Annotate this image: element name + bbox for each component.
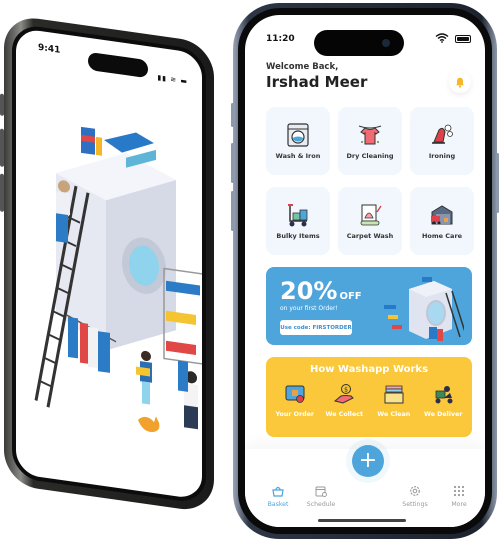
right-phone-mockup: 11:20 Welcome Back, Irshad Meer Wash & I… xyxy=(231,3,499,539)
dynamic-island xyxy=(314,30,404,56)
app-screen: 11:20 Welcome Back, Irshad Meer Wash & I… xyxy=(245,15,485,527)
service-label: Carpet Wash xyxy=(346,232,394,240)
battery-icon: ▬ xyxy=(180,76,188,86)
step-we-collect[interactable]: $ We Collect xyxy=(320,383,370,418)
status-bar: 11:20 xyxy=(245,15,485,56)
basket-clothes-icon xyxy=(384,385,404,404)
service-label: Dry Cleaning xyxy=(346,152,394,160)
power-button xyxy=(496,153,499,213)
hand-truck-icon xyxy=(288,204,308,227)
service-wash-iron[interactable]: Wash & Iron xyxy=(266,107,330,175)
service-label: Ironing xyxy=(428,152,456,160)
grid-dots-icon xyxy=(453,485,465,497)
service-label: Wash & Iron xyxy=(275,152,321,160)
service-ironing[interactable]: Ironing xyxy=(410,107,474,175)
iron-icon xyxy=(432,124,453,144)
step-label: We Collect xyxy=(325,411,363,418)
battery-icon xyxy=(455,35,471,43)
step-your-order[interactable]: Your Order xyxy=(270,383,320,418)
tab-label: Schedule xyxy=(306,501,336,508)
spray-bottle xyxy=(96,136,102,156)
user-name: Irshad Meer xyxy=(266,73,368,91)
tab-label: Settings xyxy=(402,501,428,508)
add-order-button[interactable]: + xyxy=(352,445,384,477)
home-indicator xyxy=(318,519,406,522)
dynamic-island xyxy=(88,51,148,79)
volume-up-button xyxy=(231,143,234,183)
how-it-works-card: How Washapp Works Your Order $ We Collec… xyxy=(266,357,472,437)
tab-label: More xyxy=(451,501,467,508)
volume-down-button xyxy=(231,191,234,231)
left-phone-mockup: 9:41 ▮▮ ≋ ▬ xyxy=(0,14,214,544)
promo-code-button[interactable]: Use code: FIRSTORDER xyxy=(280,320,352,335)
notification-button[interactable] xyxy=(449,71,471,93)
step-label: We Clean xyxy=(377,411,411,418)
promo-headline: 20% OFF xyxy=(280,277,362,305)
tab-schedule[interactable]: Schedule xyxy=(301,485,341,508)
service-home-care[interactable]: Home Care xyxy=(410,187,474,255)
welcome-text: Welcome Back, xyxy=(266,62,339,72)
order-icon xyxy=(285,385,305,403)
step-label: Your Order xyxy=(275,411,314,418)
service-label: Home Care xyxy=(421,232,463,240)
step-we-clean[interactable]: We Clean xyxy=(369,383,419,418)
tshirt-hanger-icon xyxy=(358,125,382,145)
tab-more[interactable]: More xyxy=(439,485,479,508)
scooter-icon xyxy=(435,386,453,404)
service-bulky-items[interactable]: Bulky Items xyxy=(266,187,330,255)
svg-text:$: $ xyxy=(344,387,348,394)
laundry-illustration xyxy=(34,126,205,432)
tab-label: Basket xyxy=(267,501,289,508)
tab-basket[interactable]: Basket xyxy=(258,485,298,508)
wifi-icon: ≋ xyxy=(170,75,178,85)
washing-machine-icon xyxy=(287,123,309,147)
right-phone-bezel: 11:20 Welcome Back, Irshad Meer Wash & I… xyxy=(238,8,492,534)
promo-banner[interactable]: 20% OFF on your first Order! Use code: FI… xyxy=(266,267,472,345)
left-status-time: 9:41 xyxy=(38,42,61,56)
status-time: 11:20 xyxy=(266,34,295,44)
left-phone-frame: 9:41 ▮▮ ≋ ▬ xyxy=(4,14,214,514)
signal-icon: ▮▮ xyxy=(157,73,168,83)
step-we-deliver[interactable]: We Deliver xyxy=(419,383,469,418)
service-label: Bulky Items xyxy=(276,232,320,240)
cat xyxy=(138,416,160,432)
camera-icon xyxy=(382,39,390,47)
promo-percent: 20% xyxy=(280,277,338,305)
left-phone-screen: 9:41 ▮▮ ≋ ▬ xyxy=(12,23,206,505)
wifi-icon xyxy=(435,33,449,43)
promo-subtitle: on your first Order! xyxy=(280,305,338,312)
side-button xyxy=(231,103,234,127)
gear-icon xyxy=(410,486,420,496)
basket-icon xyxy=(272,486,284,497)
step-label: We Deliver xyxy=(424,411,463,418)
carpet-icon xyxy=(360,204,382,226)
promo-laundry-illustration xyxy=(384,277,464,341)
left-status-icons: ▮▮ ≋ ▬ xyxy=(157,74,188,86)
how-it-works-title: How Washapp Works xyxy=(309,364,429,375)
services-grid: Wash & Iron Dry Cleaning Ironing Bulky I… xyxy=(266,107,476,255)
bell-icon xyxy=(456,77,464,88)
hand-coin-icon: $ xyxy=(334,384,355,404)
service-dry-cleaning[interactable]: Dry Cleaning xyxy=(338,107,402,175)
promo-off: OFF xyxy=(339,291,362,302)
how-it-works-steps: Your Order $ We Collect We Clean We Deli… xyxy=(270,383,468,418)
service-carpet-wash[interactable]: Carpet Wash xyxy=(338,187,402,255)
tab-settings[interactable]: Settings xyxy=(395,485,435,508)
calendar-icon xyxy=(315,486,327,497)
garage-icon xyxy=(431,205,453,225)
